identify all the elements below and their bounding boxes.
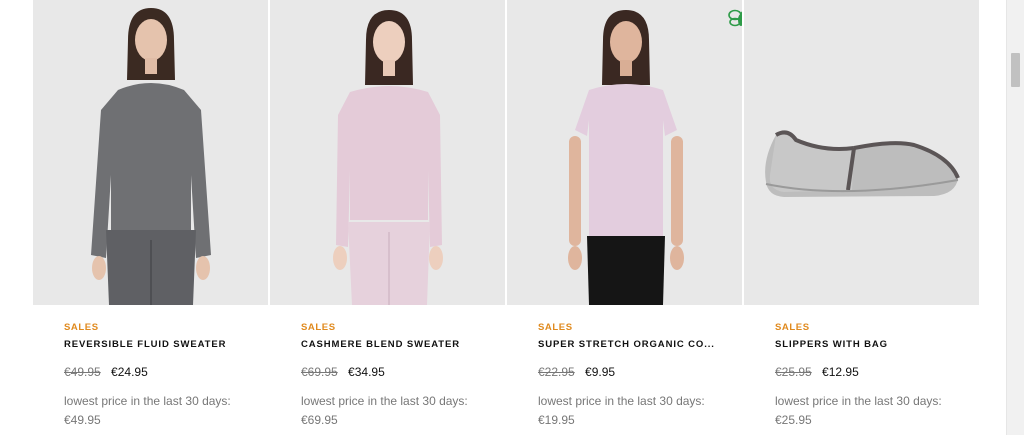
scrollbar-thumb[interactable]: [1011, 53, 1020, 87]
sale-price: €12.95: [822, 365, 859, 379]
price-row: €22.95 €9.95: [538, 365, 742, 380]
price-row: €49.95 €24.95: [64, 365, 268, 380]
original-price: €69.95: [301, 365, 338, 379]
product-name[interactable]: SUPER STRETCH ORGANIC CO...: [538, 339, 742, 351]
sales-badge: SALES: [64, 322, 99, 333]
product-image[interactable]: [33, 0, 268, 305]
sales-badge: SALES: [301, 322, 336, 333]
lowest-price-value: €25.95: [775, 413, 812, 427]
sales-badge: SALES: [775, 322, 810, 333]
lowest-price-label: lowest price in the last 30 days:: [538, 394, 705, 408]
price-row: €25.95 €12.95: [775, 365, 979, 380]
product-name[interactable]: SLIPPERS WITH BAG: [775, 339, 979, 351]
original-price: €25.95: [775, 365, 812, 379]
lowest-price-value: €49.95: [64, 413, 101, 427]
lowest-price-value: €69.95: [301, 413, 338, 427]
lowest-price-label: lowest price in the last 30 days:: [64, 394, 231, 408]
product-card[interactable]: SALES SLIPPERS WITH BAG €25.95 €12.95 lo…: [744, 0, 979, 435]
product-name[interactable]: REVERSIBLE FLUID SWEATER: [64, 339, 268, 351]
product-card[interactable]: SALES REVERSIBLE FLUID SWEATER €49.95 €2…: [33, 0, 268, 435]
sale-price: €24.95: [111, 365, 148, 379]
sale-price: €9.95: [585, 365, 616, 379]
price-row: €69.95 €34.95: [301, 365, 505, 380]
sales-badge: SALES: [538, 322, 573, 333]
product-image[interactable]: [744, 0, 979, 305]
product-image[interactable]: [507, 0, 742, 305]
product-grid: SALES REVERSIBLE FLUID SWEATER €49.95 €2…: [33, 0, 979, 435]
original-price: €49.95: [64, 365, 101, 379]
original-price: €22.95: [538, 365, 575, 379]
product-card[interactable]: SALES CASHMERE BLEND SWEATER €69.95 €34.…: [270, 0, 505, 435]
lowest-price-value: €19.95: [538, 413, 575, 427]
product-card[interactable]: SALES SUPER STRETCH ORGANIC CO... €22.95…: [507, 0, 742, 435]
sale-price: €34.95: [348, 365, 385, 379]
product-name[interactable]: CASHMERE BLEND SWEATER: [301, 339, 505, 351]
product-image[interactable]: [270, 0, 505, 305]
lowest-price-label: lowest price in the last 30 days:: [775, 394, 942, 408]
lowest-price-label: lowest price in the last 30 days:: [301, 394, 468, 408]
vertical-scrollbar[interactable]: [1006, 0, 1024, 435]
